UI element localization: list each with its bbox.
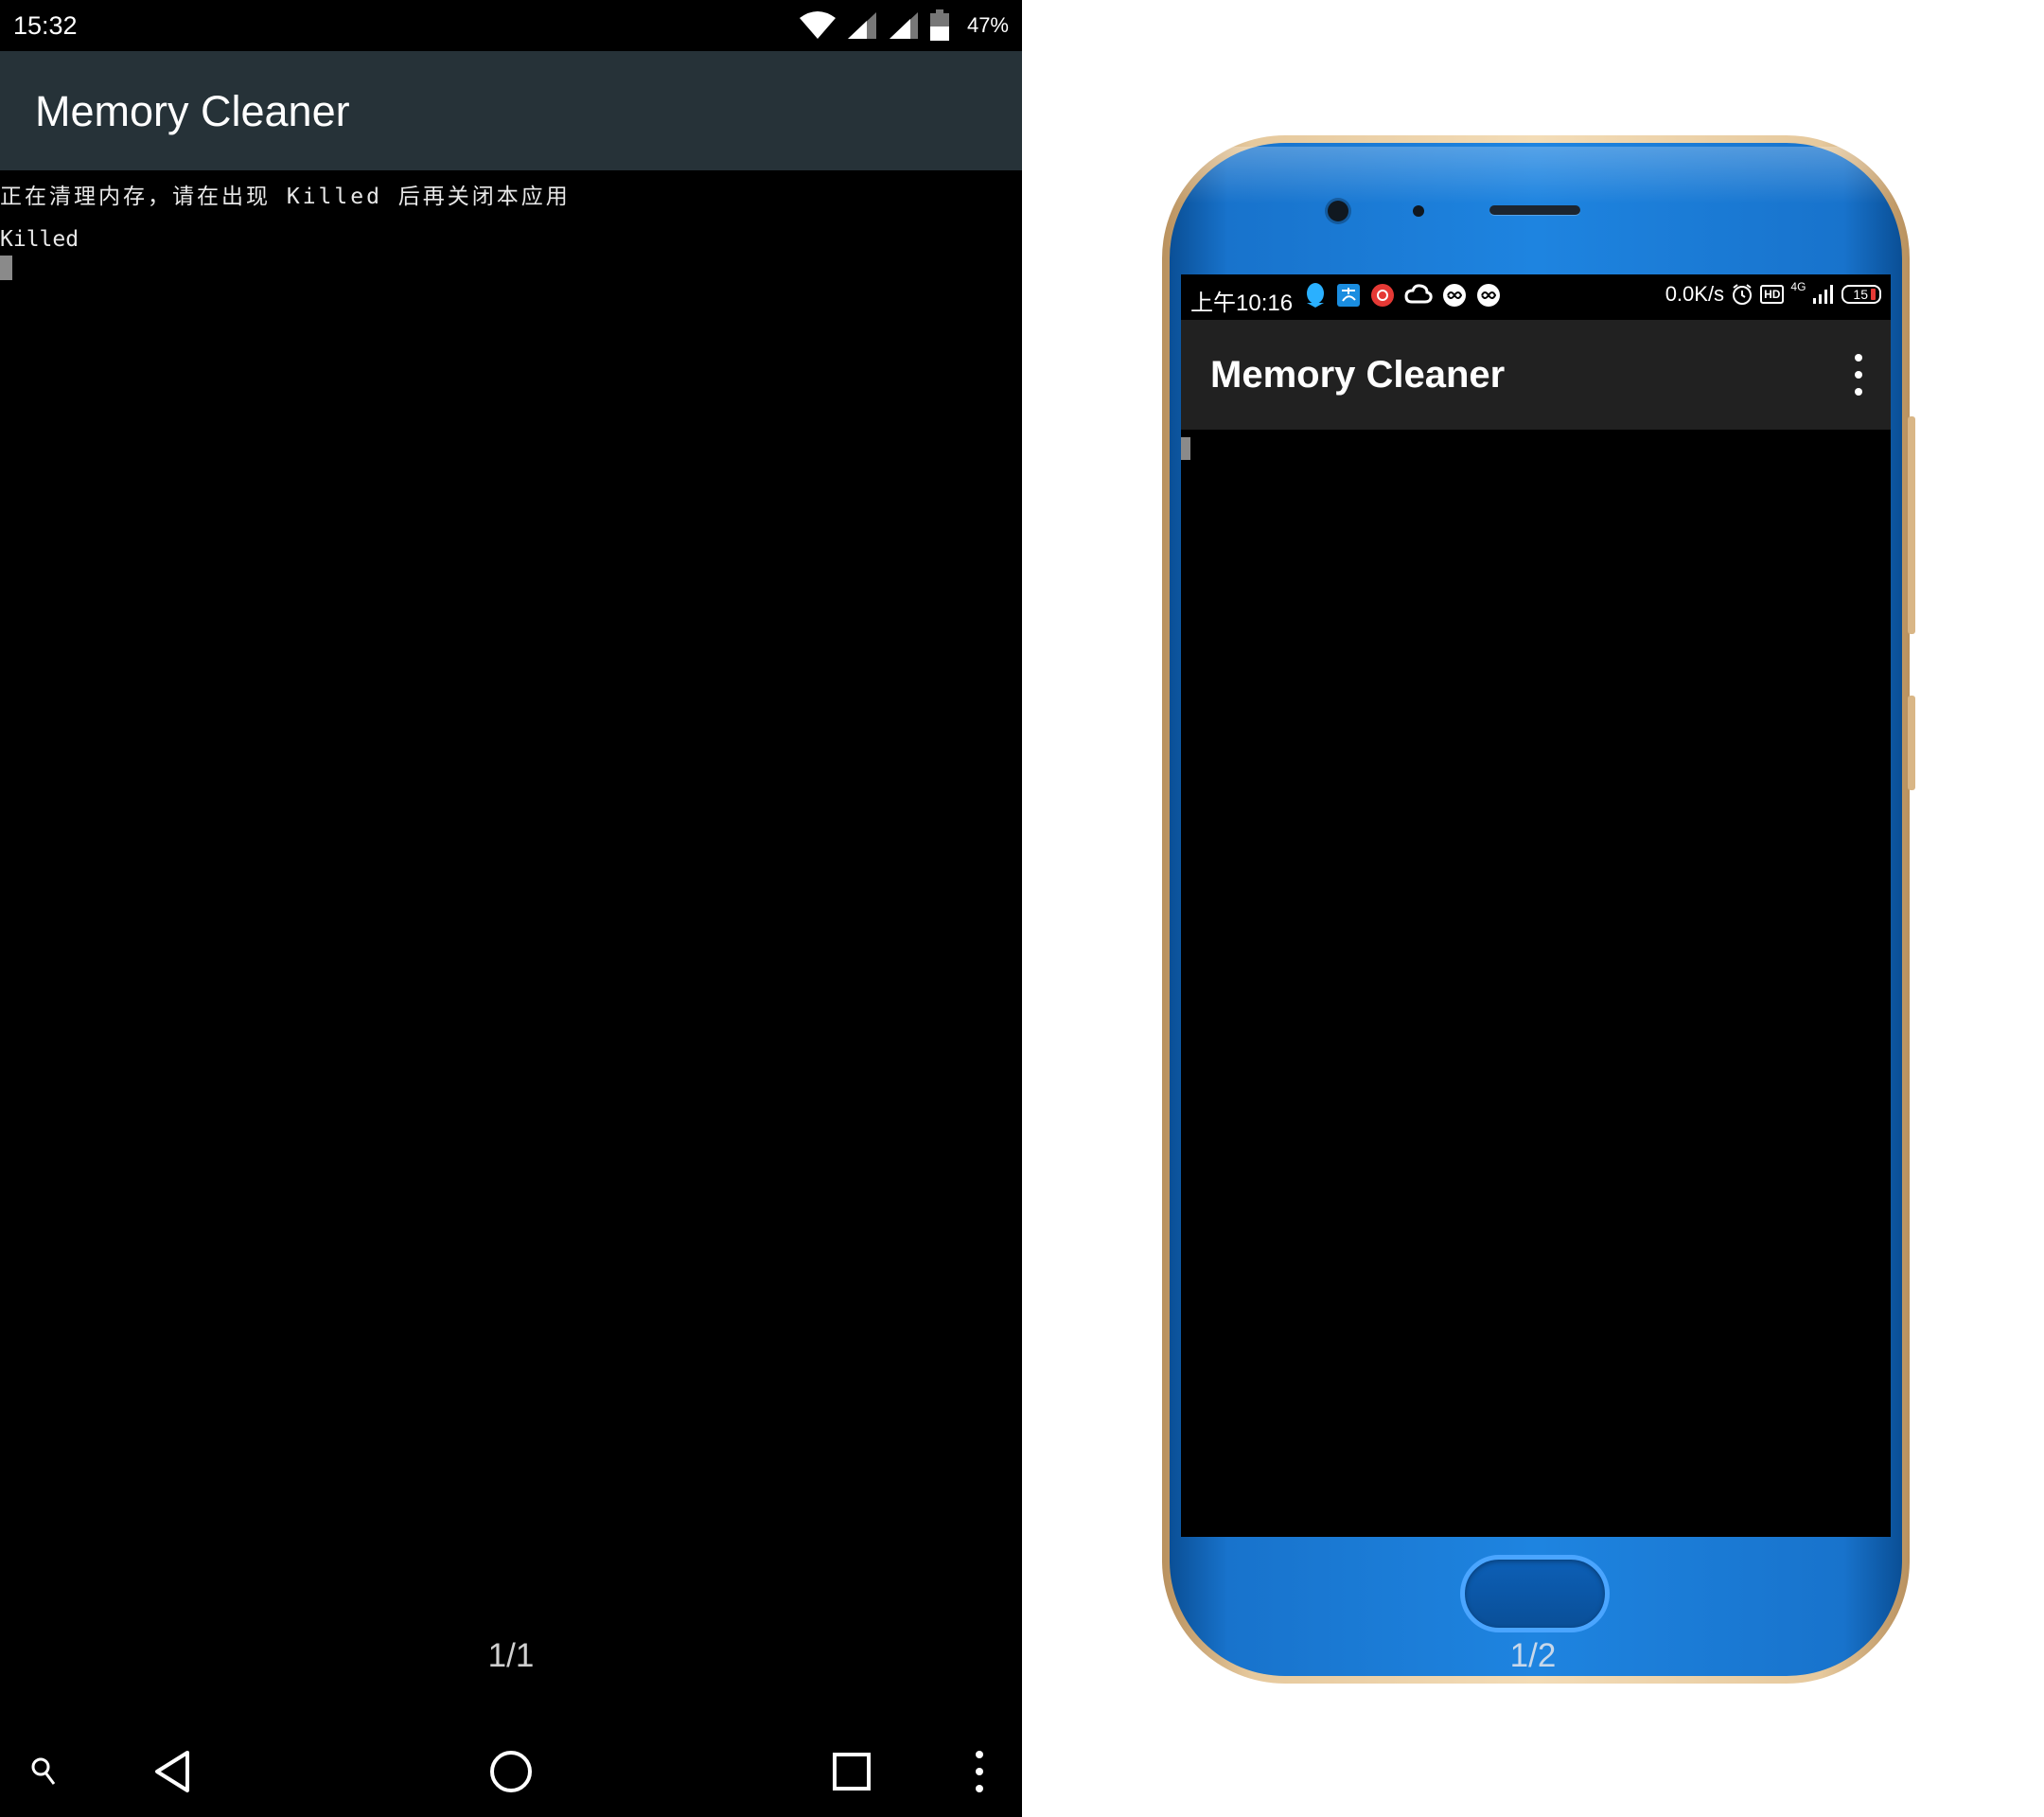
recents-icon[interactable] xyxy=(827,1743,876,1800)
terminal-output[interactable]: 正在清理内存，请在出现 Killed 后再关闭本应用 Killed xyxy=(0,170,1022,1666)
status-right-group: 0.0K/s HD 4G 15 xyxy=(1665,280,1881,307)
status-bar: 15:32 47% xyxy=(0,0,1022,51)
signal-bars-icon xyxy=(1813,285,1834,304)
hd-badge: HD xyxy=(1760,285,1785,304)
terminal-line: 正在清理内存，请在出现 Killed 后再关闭本应用 xyxy=(0,185,571,209)
overflow-menu-icon[interactable] xyxy=(965,1743,994,1800)
terminal-cursor xyxy=(1181,437,1190,460)
loop-app-icon xyxy=(1443,284,1466,307)
power-button xyxy=(1908,696,1915,790)
battery-level: 15 xyxy=(1853,287,1868,302)
left-screenshot: 15:32 47% Memory Cleaner 正在清理内存，请在出现 Kil… xyxy=(0,0,1022,1817)
phone-highlight xyxy=(1173,147,1898,203)
overflow-menu-icon[interactable] xyxy=(1849,354,1868,396)
cloud-icon xyxy=(1404,284,1433,304)
search-icon[interactable] xyxy=(25,1743,62,1800)
status-bar: 上午10:16 0.0K/s HD 4G 15 xyxy=(1181,274,1891,320)
loop-app-icon-2 xyxy=(1477,284,1500,307)
status-icons: 47% xyxy=(799,9,1009,42)
battery-icon xyxy=(929,9,949,41)
page-indicator: 1/1 xyxy=(487,1637,535,1674)
back-icon[interactable] xyxy=(148,1743,197,1800)
signal-icon xyxy=(847,12,876,39)
battery-icon: 15 xyxy=(1841,285,1881,304)
network-type-label: 4G xyxy=(1790,280,1806,293)
navigation-bar xyxy=(0,1732,1022,1817)
front-camera-icon xyxy=(1328,201,1348,221)
qq-icon xyxy=(1307,283,1324,308)
earpiece-speaker xyxy=(1489,205,1580,215)
notification-icons xyxy=(1304,282,1501,309)
app-bar: Memory Cleaner xyxy=(0,51,1022,170)
phone-screen: 上午10:16 0.0K/s HD 4G 15 Memory Cleaner xyxy=(1181,274,1891,1537)
sensor-icon xyxy=(1413,205,1424,217)
battery-low-indicator xyxy=(1871,289,1876,300)
alipay-icon xyxy=(1337,284,1360,307)
home-button[interactable] xyxy=(1460,1555,1610,1632)
app-title: Memory Cleaner xyxy=(35,87,350,135)
app-bar: Memory Cleaner xyxy=(1181,320,1891,430)
terminal-line: Killed xyxy=(0,227,79,252)
alarm-icon xyxy=(1733,284,1753,305)
wifi-icon xyxy=(799,11,836,39)
network-speed: 0.0K/s xyxy=(1665,282,1725,306)
status-time: 15:32 xyxy=(13,11,78,40)
status-time: 上午10:16 xyxy=(1190,291,1294,316)
terminal-cursor xyxy=(0,256,12,280)
home-icon[interactable] xyxy=(485,1743,537,1800)
app-title: Memory Cleaner xyxy=(1210,354,1506,396)
battery-percent: 47% xyxy=(966,13,1009,37)
volume-button xyxy=(1908,416,1915,634)
netease-music-icon xyxy=(1371,284,1394,307)
page-indicator: 1/2 xyxy=(1509,1637,1557,1674)
right-screenshot: 上午10:16 0.0K/s HD 4G 15 Memory Cleaner 1… xyxy=(1022,0,2044,1817)
signal-icon-2 xyxy=(889,12,918,39)
